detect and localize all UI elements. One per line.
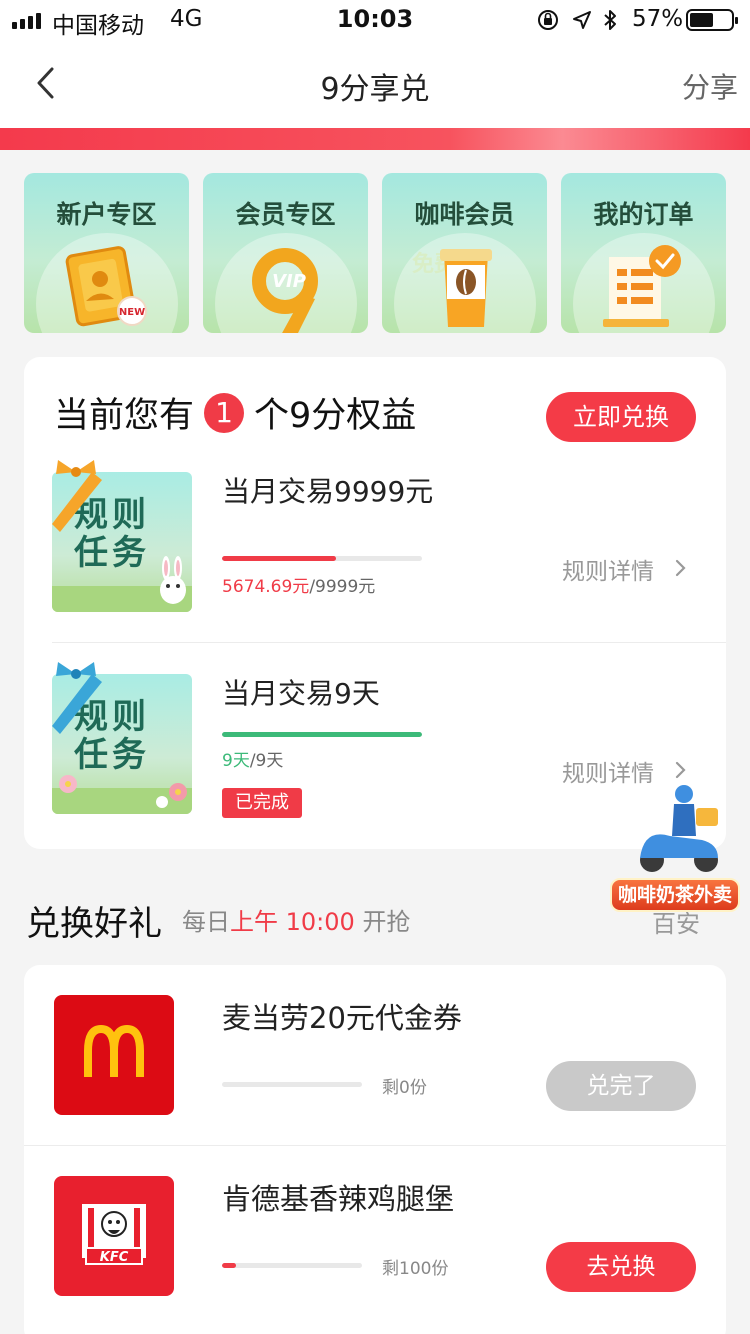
gift-stock-bar: [222, 1082, 362, 1087]
tile-new-user[interactable]: 新户专区 NEW: [24, 173, 189, 333]
task-progress-bar: [222, 732, 422, 737]
gift-remaining: 剩100份: [382, 1259, 449, 1279]
progress-total: /9天: [249, 751, 284, 771]
page-title: 9分享兑: [320, 72, 430, 107]
progress-current: 5674.69元: [222, 577, 310, 597]
share-button[interactable]: 分享: [682, 66, 738, 106]
schedule-prefix: 每日: [182, 908, 230, 936]
tile-coffee-member[interactable]: 咖啡会员 免费送: [382, 173, 547, 333]
nav-bar: 9分享兑 分享: [0, 40, 750, 128]
redeem-now-button[interactable]: 立即兑换: [546, 392, 696, 442]
delivery-scooter-icon: [640, 785, 718, 872]
kfc-logo-icon: KFC: [54, 1176, 174, 1296]
schedule-suffix: 开抢: [362, 908, 411, 936]
svg-text:KFC: KFC: [100, 1250, 129, 1265]
sold-out-button[interactable]: 兑完了: [546, 1061, 696, 1111]
task-title: 当月交易9999元: [222, 475, 434, 508]
gift-item: KFC 肯德基香辣鸡腿堡 剩100份 去兑换: [24, 1146, 726, 1326]
ribbon-tail-icon: [52, 674, 102, 734]
rights-heading: 当前您有 1 个9分权益: [54, 387, 416, 438]
orientation-lock-icon: [538, 10, 558, 30]
schedule-time: 上午 10:00: [230, 908, 355, 936]
location-icon: [573, 11, 591, 29]
gifts-section-title: 兑换好礼: [26, 904, 162, 944]
mcdonalds-logo-icon: [54, 995, 174, 1115]
gift-remaining: 剩0份: [382, 1078, 427, 1098]
rabbit-icon: [160, 556, 186, 604]
task-item: 规则任务 当月交易9999元 5674.69元/9999元 规则详情: [24, 452, 726, 652]
status-bar: 中国移动 4G 10:03 57%: [0, 0, 750, 40]
tile-my-orders[interactable]: 我的订单: [561, 173, 726, 333]
float-label: 咖啡奶茶外卖: [610, 878, 740, 912]
task-progress-bar: [222, 556, 422, 561]
redeem-button[interactable]: 去兑换: [546, 1242, 696, 1292]
row-divider: [52, 642, 726, 643]
chevron-right-icon[interactable]: [674, 558, 688, 578]
gift-item: 麦当劳20元代金券 剩0份 兑完了: [24, 965, 726, 1146]
rights-suffix: 个9分权益: [254, 396, 417, 436]
vip-badge-icon: VIP: [252, 248, 318, 333]
flowers-icon: [59, 775, 187, 808]
coffee-cup-icon: 免费送: [412, 249, 492, 327]
ribbon-tail-icon: [52, 472, 102, 532]
gift-stock-bar: [222, 1263, 362, 1268]
tile-label: 咖啡会员: [414, 200, 515, 229]
svg-text:VIP: VIP: [272, 271, 306, 292]
tile-vip[interactable]: 会员专区 VIP: [203, 173, 368, 333]
category-tiles: 新户专区 NEW 会员专区 VIP 咖啡会员 免费送: [24, 173, 726, 333]
svg-text:NEW: NEW: [119, 307, 145, 318]
order-list-icon: [603, 245, 681, 327]
tile-label: 新户专区: [56, 200, 157, 229]
coffee-delivery-float[interactable]: 咖啡奶茶外卖: [610, 780, 740, 915]
task-progress-text: 5674.69元/9999元: [222, 572, 375, 597]
tile-label: 我的订单: [593, 200, 694, 229]
rights-count-badge: 1: [204, 392, 245, 433]
rights-prefix: 当前您有: [54, 396, 195, 436]
chevron-right-icon[interactable]: [674, 760, 688, 780]
task-progress-text: 9天/9天: [222, 746, 283, 771]
header-banner-strip: [0, 128, 750, 150]
tile-label: 会员专区: [235, 200, 336, 229]
task-title: 当月交易9天: [222, 677, 380, 710]
battery-percent: 57%: [632, 6, 684, 32]
gifts-schedule: 每日上午 10:00 开抢: [182, 902, 410, 937]
new-user-card-icon: NEW: [65, 246, 147, 327]
battery-icon: [686, 9, 738, 31]
progress-current: 9天: [222, 751, 250, 771]
gift-title: 肯德基香辣鸡腿堡: [222, 1182, 455, 1216]
gift-title: 麦当劳20元代金券: [222, 1001, 462, 1035]
rights-card: 当前您有 1 个9分权益 立即兑换 规则任务 当月交易9999元 5674.69…: [24, 357, 726, 849]
bluetooth-icon: [604, 10, 616, 30]
rule-details-link[interactable]: 规则详情: [562, 552, 654, 586]
progress-total: /9999元: [309, 577, 376, 597]
gifts-card: 麦当劳20元代金券 剩0份 兑完了 KFC 肯德基香辣鸡腿堡 剩100份 去兑换: [24, 965, 726, 1334]
completed-badge: 已完成: [222, 788, 302, 818]
